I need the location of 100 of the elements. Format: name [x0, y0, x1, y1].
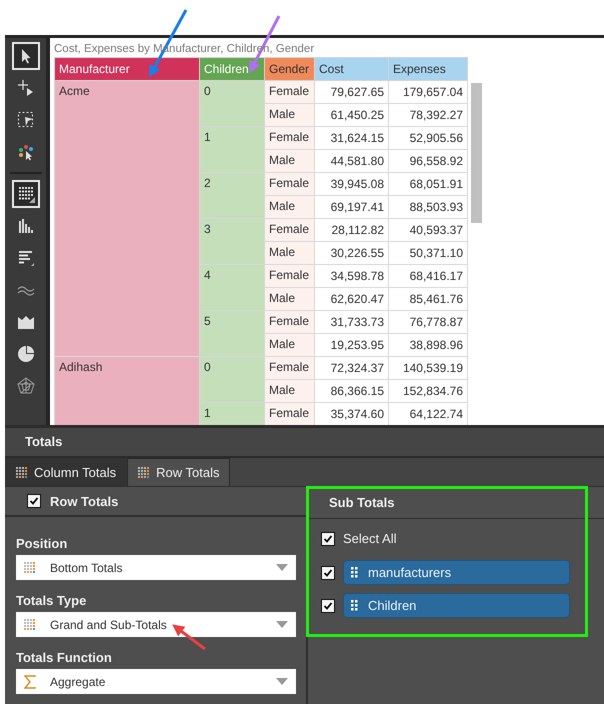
expenses-cell: 85,461.76 [388, 288, 468, 310]
cost-cell: 69,197.41 [314, 196, 388, 218]
expenses-cell: 179,657.04 [388, 80, 468, 104]
field-label: Totals Function [16, 649, 113, 667]
gender-cell: Female [264, 356, 314, 380]
column-header: Cost [314, 58, 388, 80]
expenses-cell: 68,416.17 [388, 264, 468, 288]
expenses-cell: 40,593.37 [388, 218, 468, 242]
grid-icon [24, 562, 36, 574]
expenses-cell: 50,371.10 [388, 242, 468, 264]
cost-cell: 39,945.08 [314, 172, 388, 196]
cost-cell: 34,598.78 [314, 264, 388, 288]
gender-cell: Female [264, 126, 314, 150]
gender-cell: Female [264, 264, 314, 288]
children-cell: 0 [200, 356, 264, 402]
expenses-cell: 76,778.87 [388, 310, 468, 334]
area-chart-icon [16, 313, 34, 331]
grid-icon [24, 618, 36, 630]
checkbox-label: Row Totals [50, 494, 118, 508]
column-header: Gender [264, 58, 314, 80]
gender-cell: Male [264, 196, 314, 218]
gender-cell: Male [264, 242, 314, 264]
cost-cell: 30,226.55 [314, 242, 388, 264]
expenses-cell: 152,834.76 [388, 380, 468, 402]
panel-title: Totals [5, 428, 604, 458]
cost-cell: 61,450.25 [314, 104, 388, 126]
cost-cell: 79,627.65 [314, 80, 388, 104]
children-cell: 1 [200, 126, 264, 172]
children-cell: 5 [200, 310, 264, 356]
table-icon [16, 185, 34, 203]
dropdown[interactable]: Bottom Totals [16, 555, 296, 580]
checkbox-label: Select All [343, 531, 396, 546]
expenses-cell: 52,905.56 [388, 126, 468, 150]
manufacturer-cell: Acme [54, 80, 200, 356]
expenses-cell: 68,051.91 [388, 172, 468, 196]
field-chip[interactable]: Children [343, 593, 570, 618]
crosshair-pointer-icon [16, 79, 34, 97]
column-header: Expenses [388, 58, 468, 80]
scrollbar-thumb[interactable] [471, 83, 482, 223]
section-title: Sub Totals [308, 488, 604, 519]
cost-cell: 62,620.47 [314, 288, 388, 310]
expenses-cell: 38,898.96 [388, 334, 468, 356]
children-cell: 3 [200, 218, 264, 264]
cost-cell: 35,374.60 [314, 402, 388, 425]
cost-cell: 19,253.95 [314, 334, 388, 356]
checkbox[interactable] [321, 532, 335, 546]
expenses-cell: 64,122.74 [388, 402, 468, 425]
children-cell: 2 [200, 172, 264, 218]
expenses-cell: 78,392.27 [388, 104, 468, 126]
cost-cell: 72,324.37 [314, 356, 388, 380]
children-cell: 0 [200, 80, 264, 126]
dots-pointer-icon [16, 143, 34, 161]
toolbar-button[interactable] [12, 42, 40, 70]
dropdown[interactable]: Grand and Sub-Totals [16, 612, 296, 637]
column-chart-icon [16, 217, 34, 235]
gender-cell: Female [264, 172, 314, 196]
expenses-cell: 88,503.93 [388, 196, 468, 218]
field-label: Position [16, 535, 68, 553]
column-header: Manufacturer [54, 58, 200, 80]
drag-handle-icon [351, 567, 358, 578]
field-chip[interactable]: manufacturers [343, 560, 570, 585]
checkbox[interactable] [321, 566, 335, 580]
gender-cell: Female [264, 402, 314, 425]
tab[interactable]: Column Totals [5, 458, 128, 486]
cost-cell: 31,733.73 [314, 310, 388, 334]
tab[interactable]: Row Totals [127, 458, 230, 486]
gender-cell: Male [264, 334, 314, 356]
selection-icon [16, 111, 34, 129]
dropdown-arrow-icon [276, 621, 288, 628]
grid-icon [138, 466, 150, 478]
manufacturer-cell: Adihash [54, 356, 200, 425]
children-cell: 4 [200, 264, 264, 310]
pie-chart-icon [16, 345, 34, 363]
radar-chart-icon [16, 377, 34, 395]
checkbox[interactable] [27, 494, 41, 508]
column-header: Children [200, 58, 264, 80]
sigma-icon [24, 674, 36, 688]
dropdown-arrow-icon [276, 678, 288, 685]
gender-cell: Male [264, 104, 314, 126]
cost-cell: 28,112.82 [314, 218, 388, 242]
gender-cell: Male [264, 288, 314, 310]
cost-cell: 86,366.15 [314, 380, 388, 402]
dropdown[interactable]: Aggregate [16, 669, 296, 694]
dropdown-arrow-icon [276, 564, 288, 571]
gender-cell: Male [264, 150, 314, 172]
checkbox[interactable] [321, 598, 335, 612]
toolbar-button[interactable] [12, 180, 40, 208]
expenses-cell: 96,558.92 [388, 150, 468, 172]
gender-cell: Female [264, 80, 314, 104]
gender-cell: Female [264, 310, 314, 334]
grid-icon [16, 466, 28, 478]
gender-cell: Female [264, 218, 314, 242]
bar-chart-icon [16, 249, 34, 267]
expenses-cell: 140,539.19 [388, 356, 468, 380]
gender-cell: Male [264, 380, 314, 402]
cost-cell: 44,581.80 [314, 150, 388, 172]
children-cell: 1 [200, 402, 264, 425]
field-label: Totals Type [16, 592, 88, 610]
drag-handle-icon [351, 600, 358, 611]
cost-cell: 31,624.15 [314, 126, 388, 150]
